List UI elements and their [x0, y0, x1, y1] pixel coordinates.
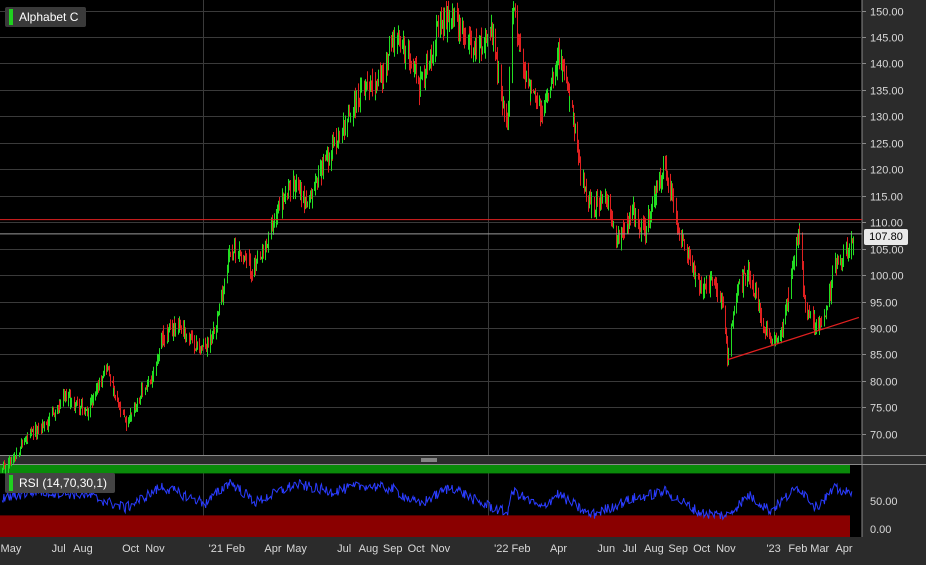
time-tick-label: Sep	[668, 543, 688, 555]
chart-title-text: Alphabet C	[19, 10, 79, 24]
chart-canvas[interactable]: 150.00 145.00 140.00 135.00 130.00 125.00 120.…	[0, 0, 926, 560]
time-tick-label: Aug	[644, 543, 664, 555]
time-tick-label: May	[1, 543, 22, 555]
panel-resize-handle[interactable]	[418, 457, 440, 463]
time-tick-label: Sep	[383, 543, 403, 555]
time-tick-label: Aug	[359, 543, 379, 555]
time-tick-label: Nov	[145, 543, 165, 555]
time-tick-label: Oct	[122, 543, 139, 555]
time-tick-label: Jul	[623, 543, 637, 555]
price-tick-label: 105.00	[870, 245, 904, 257]
time-tick-label: Nov	[431, 543, 451, 555]
time-tick-label: '21 Feb	[209, 543, 245, 555]
time-tick-label: Oct	[693, 543, 710, 555]
price-tick-label: 140.00	[870, 59, 904, 71]
price-tick-label: 85.00	[870, 350, 898, 362]
time-tick-label: '22 Feb	[494, 543, 530, 555]
chart-area[interactable]: 150.00 145.00 140.00 135.00 130.00 125.00 120.…	[0, 0, 926, 560]
time-tick-label: Nov	[716, 543, 736, 555]
last-price-tag: 107.80	[864, 229, 908, 245]
price-tick-label: 145.00	[870, 33, 904, 45]
time-tick-label: Mar	[810, 543, 829, 555]
price-tick-label: 75.00	[870, 403, 898, 415]
price-tick-label: 125.00	[870, 139, 904, 151]
time-tick-label: Oct	[408, 543, 425, 555]
time-tick-label: May	[286, 543, 307, 555]
time-tick-label: Apr	[550, 543, 567, 555]
price-tick-label: 135.00	[870, 86, 904, 98]
rsi-overbought-band	[0, 465, 850, 474]
price-tick-label: 120.00	[870, 165, 904, 177]
time-tick-label: Apr	[264, 543, 281, 555]
chart-title-label[interactable]: Alphabet C	[5, 7, 87, 27]
rsi-tick-label: 0.00	[870, 524, 891, 536]
rsi-color-swatch	[9, 475, 13, 491]
price-tick-label: 80.00	[870, 377, 898, 389]
series-color-swatch	[9, 9, 13, 25]
price-tick-label: 130.00	[870, 112, 904, 124]
price-tick-label: 70.00	[870, 430, 898, 442]
price-tick-label: 90.00	[870, 324, 898, 336]
time-tick-label: Jun	[597, 543, 615, 555]
time-tick-label: Jul	[52, 543, 66, 555]
price-tick-label: 110.00	[870, 218, 903, 230]
rsi-title-text: RSI (14,70,30,1)	[19, 476, 108, 490]
price-tick-label: 100.00	[870, 271, 904, 283]
rsi-title-label[interactable]: RSI (14,70,30,1)	[5, 473, 116, 493]
time-tick-label: Jul	[337, 543, 351, 555]
time-tick-label: Feb	[788, 543, 807, 555]
price-tick-label: 150.00	[870, 7, 904, 19]
price-tick-label: 115.00	[870, 192, 903, 204]
time-tick-label: Aug	[73, 543, 93, 555]
rsi-tick-label: 50.00	[870, 496, 898, 508]
price-tick-label: 95.00	[870, 298, 898, 310]
time-tick-label: '23	[766, 543, 780, 555]
time-tick-label: Apr	[835, 543, 852, 555]
